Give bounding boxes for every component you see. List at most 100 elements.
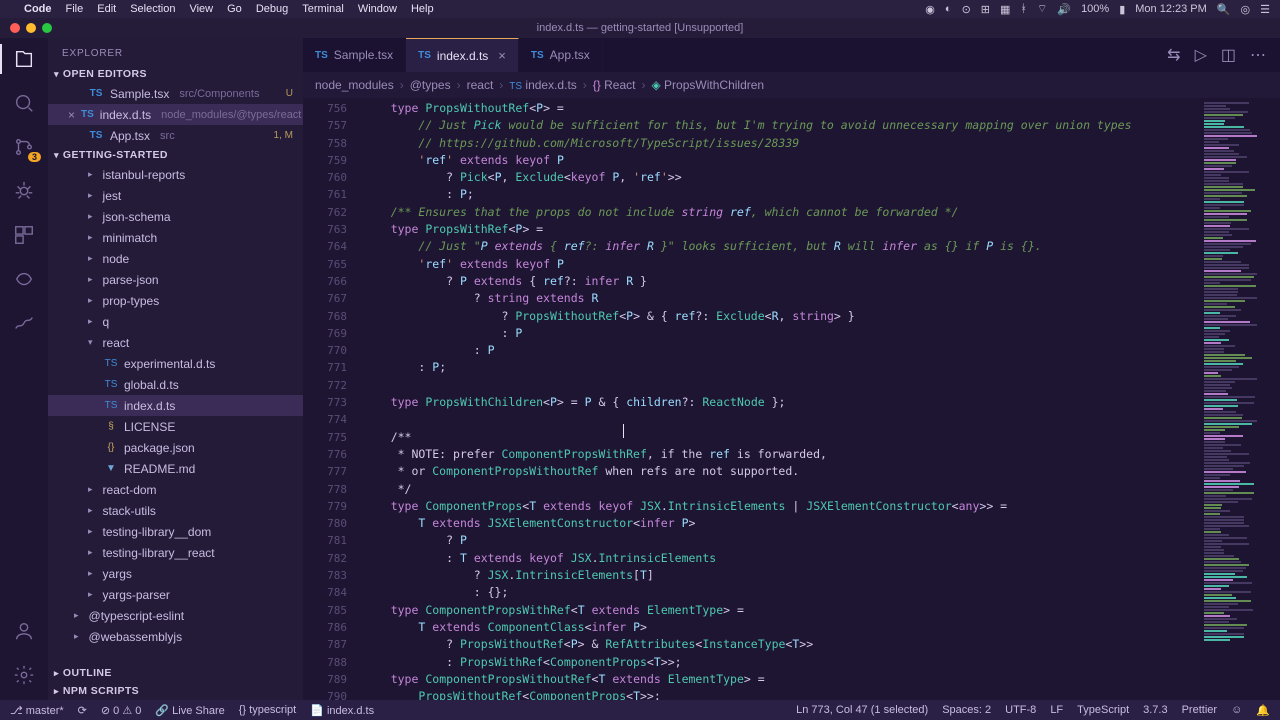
folder-item[interactable]: ▸json-schema <box>48 206 303 227</box>
mac-menu-window[interactable]: Window <box>358 3 397 15</box>
lang-server[interactable]: {} typescript <box>239 704 296 716</box>
mac-app-name[interactable]: Code <box>24 3 52 15</box>
editor-tab[interactable]: TSindex.d.ts× <box>406 38 519 72</box>
mac-menu-edit[interactable]: Edit <box>97 3 116 15</box>
ts-version[interactable]: 3.7.3 <box>1143 704 1167 717</box>
mac-menu-debug[interactable]: Debug <box>256 3 288 15</box>
bluetooth-icon[interactable]: ᚼ <box>1020 3 1027 15</box>
traffic-lights[interactable] <box>10 23 52 33</box>
tray-icon[interactable]: ◉ <box>925 3 935 16</box>
folder-item[interactable]: ▸stack-utils <box>48 500 303 521</box>
folder-item[interactable]: ▸minimatch <box>48 227 303 248</box>
folder-item[interactable]: ▸jest <box>48 185 303 206</box>
folder-item[interactable]: ▸react-dom <box>48 479 303 500</box>
file-item[interactable]: §LICENSE <box>48 416 303 437</box>
liveshare-status[interactable]: 🔗 Live Share <box>155 704 224 717</box>
battery-text[interactable]: 100% <box>1081 3 1109 15</box>
folder-item[interactable]: ▸istanbul-reports <box>48 164 303 185</box>
file-item[interactable]: TSglobal.d.ts <box>48 374 303 395</box>
mac-menu-file[interactable]: File <box>66 3 84 15</box>
debug-tab[interactable] <box>11 178 37 204</box>
problems[interactable]: ⊘ 0 ⚠ 0 <box>101 704 142 717</box>
compare-changes-icon[interactable]: ⇆ <box>1167 45 1180 65</box>
wifi-icon[interactable]: ⌔ <box>1037 2 1047 16</box>
minimap[interactable] <box>1200 98 1280 700</box>
feedback-icon[interactable]: ☺ <box>1231 704 1242 717</box>
source-control-tab[interactable]: 3 <box>11 134 37 160</box>
code-editor[interactable]: type PropsWithoutRef<P> = // Just Pick w… <box>363 98 1200 700</box>
close-tab-icon[interactable]: × <box>498 48 506 63</box>
close-window-icon[interactable] <box>10 23 20 33</box>
siri-icon[interactable]: ◎ <box>1241 3 1251 16</box>
folder-item[interactable]: ▾react <box>48 332 303 353</box>
minimize-window-icon[interactable] <box>26 23 36 33</box>
liveshare-tab[interactable] <box>11 266 37 292</box>
search-icon[interactable]: 🔍 <box>1217 3 1231 16</box>
folder-item[interactable]: ▸yargs-parser <box>48 584 303 605</box>
breadcrumb-item[interactable]: {} React <box>593 78 636 92</box>
project-header[interactable]: ▾GETTING-STARTED <box>48 146 303 164</box>
split-editor-icon[interactable]: ◫ <box>1221 45 1236 65</box>
mac-menu-go[interactable]: Go <box>227 3 242 15</box>
run-icon[interactable]: ▷ <box>1195 45 1207 65</box>
folder-item[interactable]: ▸@webassemblyjs <box>48 626 303 647</box>
breadcrumb-item[interactable]: ◈ PropsWithChildren <box>651 78 764 92</box>
open-editors-header[interactable]: ▾OPEN EDITORS <box>48 65 303 83</box>
battery-icon[interactable]: ▮ <box>1119 3 1125 16</box>
folder-item[interactable]: ▸parse-json <box>48 269 303 290</box>
npm-scripts-header[interactable]: ▸NPM SCRIPTS <box>48 682 303 700</box>
cursor-position[interactable]: Ln 773, Col 47 (1 selected) <box>796 704 928 717</box>
tray-icon[interactable]: ▦ <box>1000 3 1010 16</box>
more-actions-icon[interactable]: ⋯ <box>1250 45 1266 65</box>
mac-menu-help[interactable]: Help <box>411 3 434 15</box>
volume-icon[interactable]: 🔊 <box>1057 3 1071 16</box>
breadcrumb-item[interactable]: react <box>467 78 494 92</box>
tray-icon[interactable]: ⊞ <box>981 3 990 16</box>
folder-item[interactable]: ▸testing-library__react <box>48 542 303 563</box>
file-item[interactable]: TSindex.d.ts <box>48 395 303 416</box>
custom-tab[interactable] <box>11 310 37 336</box>
accounts-icon[interactable] <box>11 618 37 644</box>
active-file[interactable]: 📄 index.d.ts <box>310 704 374 717</box>
folder-item[interactable]: ▸@typescript-eslint <box>48 605 303 626</box>
file-item[interactable]: ▼README.md <box>48 458 303 479</box>
folder-item[interactable]: ▸prop-types <box>48 290 303 311</box>
open-editor-item[interactable]: TSApp.tsxsrc1, M <box>48 125 303 146</box>
menu-icon[interactable]: ☰ <box>1260 3 1270 16</box>
tray-icon[interactable]: ◐ <box>945 3 952 15</box>
prettier-status[interactable]: Prettier <box>1182 704 1217 717</box>
notifications-icon[interactable]: 🔔 <box>1256 704 1270 717</box>
git-branch[interactable]: ⎇ master* <box>10 704 64 717</box>
mac-menu-view[interactable]: View <box>189 3 213 15</box>
mac-menu-selection[interactable]: Selection <box>130 3 175 15</box>
close-icon[interactable]: × <box>68 108 75 122</box>
eol[interactable]: LF <box>1050 704 1063 717</box>
encoding[interactable]: UTF-8 <box>1005 704 1036 717</box>
settings-gear-icon[interactable] <box>11 662 37 688</box>
zoom-window-icon[interactable] <box>42 23 52 33</box>
language-mode[interactable]: TypeScript <box>1077 704 1129 717</box>
editor-tab[interactable]: TSApp.tsx <box>519 38 603 72</box>
folder-item[interactable]: ▸q <box>48 311 303 332</box>
mac-menu-terminal[interactable]: Terminal <box>302 3 344 15</box>
breadcrumb[interactable]: node_modules›@types›react›TS index.d.ts›… <box>303 72 1280 98</box>
file-item[interactable]: {}package.json <box>48 437 303 458</box>
editor-tab[interactable]: TSSample.tsx <box>303 38 406 72</box>
file-item[interactable]: TSexperimental.d.ts <box>48 353 303 374</box>
breadcrumb-item[interactable]: TS index.d.ts <box>509 78 576 92</box>
sync-icon[interactable]: ⟳ <box>78 704 87 717</box>
outline-header[interactable]: ▸OUTLINE <box>48 664 303 682</box>
open-editor-item[interactable]: ×TSindex.d.tsnode_modules/@types/react <box>48 104 303 125</box>
folder-item[interactable]: ▸yargs <box>48 563 303 584</box>
breadcrumb-item[interactable]: node_modules <box>315 78 394 92</box>
extensions-tab[interactable] <box>11 222 37 248</box>
folder-item[interactable]: ▸testing-library__dom <box>48 521 303 542</box>
folder-item[interactable]: ▸node <box>48 248 303 269</box>
open-editor-item[interactable]: TSSample.tsxsrc/ComponentsU <box>48 83 303 104</box>
explorer-tab[interactable] <box>11 46 37 72</box>
breadcrumb-item[interactable]: @types <box>410 78 451 92</box>
clock[interactable]: Mon 12:23 PM <box>1135 3 1207 15</box>
tray-icon[interactable]: ⊙ <box>962 3 971 16</box>
search-tab[interactable] <box>11 90 37 116</box>
indent-info[interactable]: Spaces: 2 <box>942 704 991 717</box>
